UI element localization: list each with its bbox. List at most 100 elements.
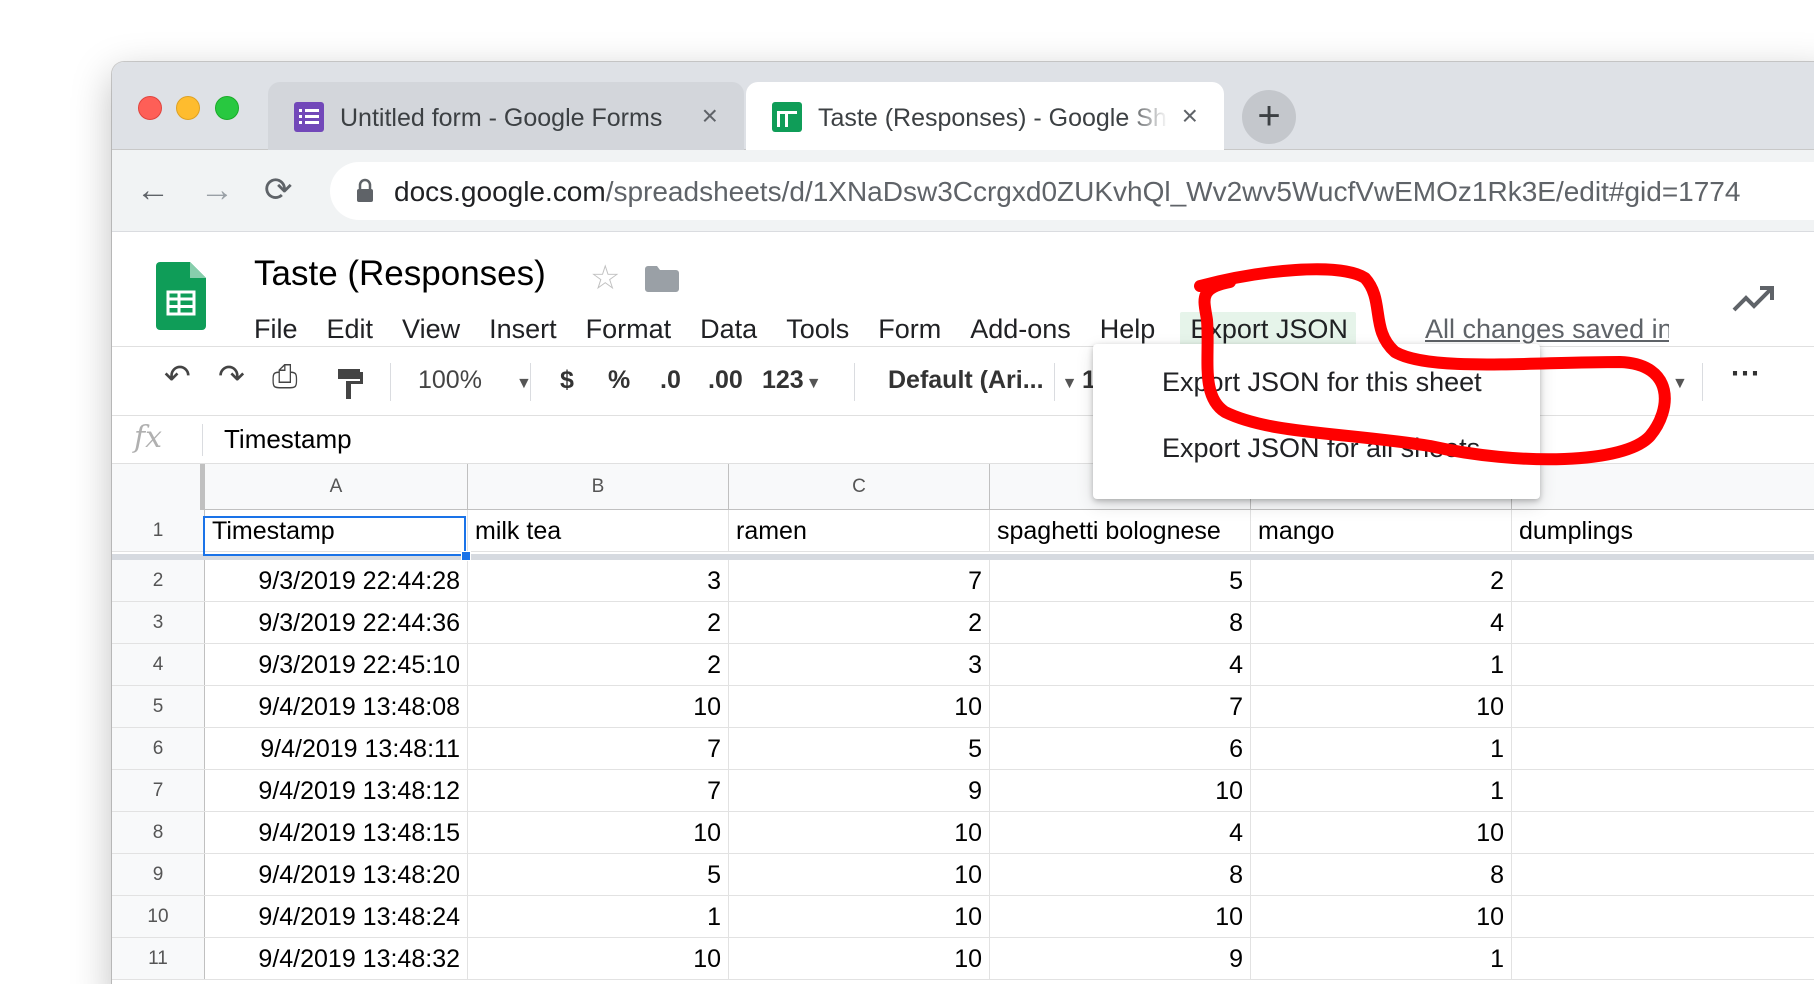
- close-tab-icon[interactable]: ×: [1182, 102, 1198, 130]
- export-json-all-sheets-item[interactable]: Export JSON for all sheets: [1093, 420, 1540, 476]
- table-cell[interactable]: 9/4/2019 13:48:08: [205, 686, 468, 727]
- table-cell[interactable]: [1512, 644, 1814, 685]
- export-json-this-sheet-item[interactable]: Export JSON for this sheet: [1093, 354, 1540, 410]
- table-cell[interactable]: 1: [1251, 770, 1512, 811]
- table-cell[interactable]: 9/3/2019 22:44:28: [205, 560, 468, 601]
- table-cell[interactable]: [1512, 728, 1814, 769]
- table-cell[interactable]: 9/4/2019 13:48:32: [205, 938, 468, 979]
- table-cell[interactable]: 1: [468, 896, 729, 937]
- row-header[interactable]: 7: [112, 770, 205, 811]
- table-cell[interactable]: mango: [1251, 510, 1512, 551]
- row-header[interactable]: 4: [112, 644, 205, 685]
- currency-format-button[interactable]: $: [560, 365, 574, 395]
- table-cell[interactable]: 3: [729, 644, 990, 685]
- table-cell[interactable]: ramen: [729, 510, 990, 551]
- table-cell[interactable]: 10: [990, 770, 1251, 811]
- row-header[interactable]: 3: [112, 602, 205, 643]
- table-cell[interactable]: [1512, 602, 1814, 643]
- table-cell[interactable]: 9/4/2019 13:48:11: [205, 728, 468, 769]
- table-cell[interactable]: [1512, 560, 1814, 601]
- row-header[interactable]: 9: [112, 854, 205, 895]
- decrease-decimal-button[interactable]: .0: [660, 365, 681, 395]
- table-cell[interactable]: [1512, 896, 1814, 937]
- table-cell[interactable]: 9/4/2019 13:48:12: [205, 770, 468, 811]
- zoom-select[interactable]: 100% ▼: [418, 365, 532, 399]
- undo-icon[interactable]: ↶: [164, 360, 191, 392]
- table-cell[interactable]: 10: [1251, 896, 1512, 937]
- print-icon[interactable]: ⎙: [272, 360, 298, 392]
- redo-icon[interactable]: ↷: [218, 360, 245, 392]
- table-cell[interactable]: 7: [729, 560, 990, 601]
- percent-format-button[interactable]: %: [608, 365, 630, 395]
- increase-decimal-button[interactable]: .00: [708, 365, 743, 395]
- table-cell[interactable]: 10: [468, 812, 729, 853]
- table-cell[interactable]: 1: [1251, 728, 1512, 769]
- table-cell[interactable]: 10: [468, 938, 729, 979]
- column-header-f[interactable]: [1512, 464, 1814, 510]
- chevron-down-icon[interactable]: ▼: [1672, 365, 1688, 399]
- table-cell[interactable]: 9/3/2019 22:44:36: [205, 602, 468, 643]
- table-cell[interactable]: 1: [1251, 644, 1512, 685]
- table-cell[interactable]: 10: [468, 686, 729, 727]
- table-cell[interactable]: 1: [1251, 938, 1512, 979]
- table-cell[interactable]: 9: [729, 770, 990, 811]
- table-cell[interactable]: 10: [729, 686, 990, 727]
- folder-icon[interactable]: [645, 266, 679, 292]
- reload-icon[interactable]: ⟳: [264, 170, 293, 210]
- table-cell[interactable]: 6: [990, 728, 1251, 769]
- table-cell[interactable]: 4: [1251, 602, 1512, 643]
- table-cell[interactable]: 3: [468, 560, 729, 601]
- table-cell[interactable]: milk tea: [468, 510, 729, 551]
- table-cell[interactable]: 8: [1251, 854, 1512, 895]
- table-cell[interactable]: [1512, 812, 1814, 853]
- tab-google-forms[interactable]: Untitled form - Google Forms ×: [268, 82, 744, 150]
- minimize-window-button[interactable]: [176, 96, 200, 120]
- table-cell[interactable]: 4: [990, 812, 1251, 853]
- table-cell[interactable]: 5: [990, 560, 1251, 601]
- fill-handle[interactable]: [461, 551, 471, 561]
- select-all-corner[interactable]: [112, 464, 205, 510]
- table-cell[interactable]: 2: [468, 602, 729, 643]
- new-tab-button[interactable]: +: [1242, 90, 1296, 144]
- table-cell[interactable]: 5: [468, 854, 729, 895]
- table-cell[interactable]: 2: [1251, 560, 1512, 601]
- table-cell[interactable]: 7: [468, 770, 729, 811]
- more-options-icon[interactable]: ⋯: [1730, 359, 1760, 389]
- table-cell[interactable]: [1512, 770, 1814, 811]
- table-cell[interactable]: 10: [990, 896, 1251, 937]
- table-cell[interactable]: 9/3/2019 22:45:10: [205, 644, 468, 685]
- activity-trend-icon[interactable]: [1732, 284, 1776, 314]
- formula-input[interactable]: Timestamp: [224, 424, 352, 455]
- row-header[interactable]: 10: [112, 896, 205, 937]
- table-cell[interactable]: 9/4/2019 13:48:15: [205, 812, 468, 853]
- table-cell[interactable]: [1512, 854, 1814, 895]
- table-cell[interactable]: spaghetti bolognese: [990, 510, 1251, 551]
- column-header-a[interactable]: A: [205, 464, 468, 510]
- table-cell[interactable]: 10: [729, 812, 990, 853]
- sheets-logo-icon[interactable]: [156, 262, 206, 330]
- row-header[interactable]: 8: [112, 812, 205, 853]
- table-cell[interactable]: 2: [729, 602, 990, 643]
- table-cell[interactable]: 5: [729, 728, 990, 769]
- tab-google-sheets[interactable]: Taste (Responses) - Google Sheets ×: [746, 82, 1224, 150]
- star-icon[interactable]: ☆: [590, 258, 620, 298]
- row-header[interactable]: 1: [112, 510, 205, 551]
- back-icon[interactable]: ←: [136, 170, 170, 210]
- table-cell[interactable]: 8: [990, 602, 1251, 643]
- row-header[interactable]: 6: [112, 728, 205, 769]
- table-cell[interactable]: 9/4/2019 13:48:24: [205, 896, 468, 937]
- close-tab-icon[interactable]: ×: [702, 102, 718, 130]
- table-cell[interactable]: 10: [729, 896, 990, 937]
- table-cell[interactable]: 4: [990, 644, 1251, 685]
- table-cell[interactable]: [1512, 686, 1814, 727]
- table-cell[interactable]: 10: [729, 854, 990, 895]
- maximize-window-button[interactable]: [215, 96, 239, 120]
- table-cell[interactable]: 8: [990, 854, 1251, 895]
- column-header-c[interactable]: C: [729, 464, 990, 510]
- row-header[interactable]: 2: [112, 560, 205, 601]
- column-header-b[interactable]: B: [468, 464, 729, 510]
- table-cell[interactable]: 7: [990, 686, 1251, 727]
- paint-format-icon[interactable]: [336, 369, 364, 399]
- row-header[interactable]: 5: [112, 686, 205, 727]
- font-select[interactable]: Default (Ari... ▼: [888, 365, 1077, 399]
